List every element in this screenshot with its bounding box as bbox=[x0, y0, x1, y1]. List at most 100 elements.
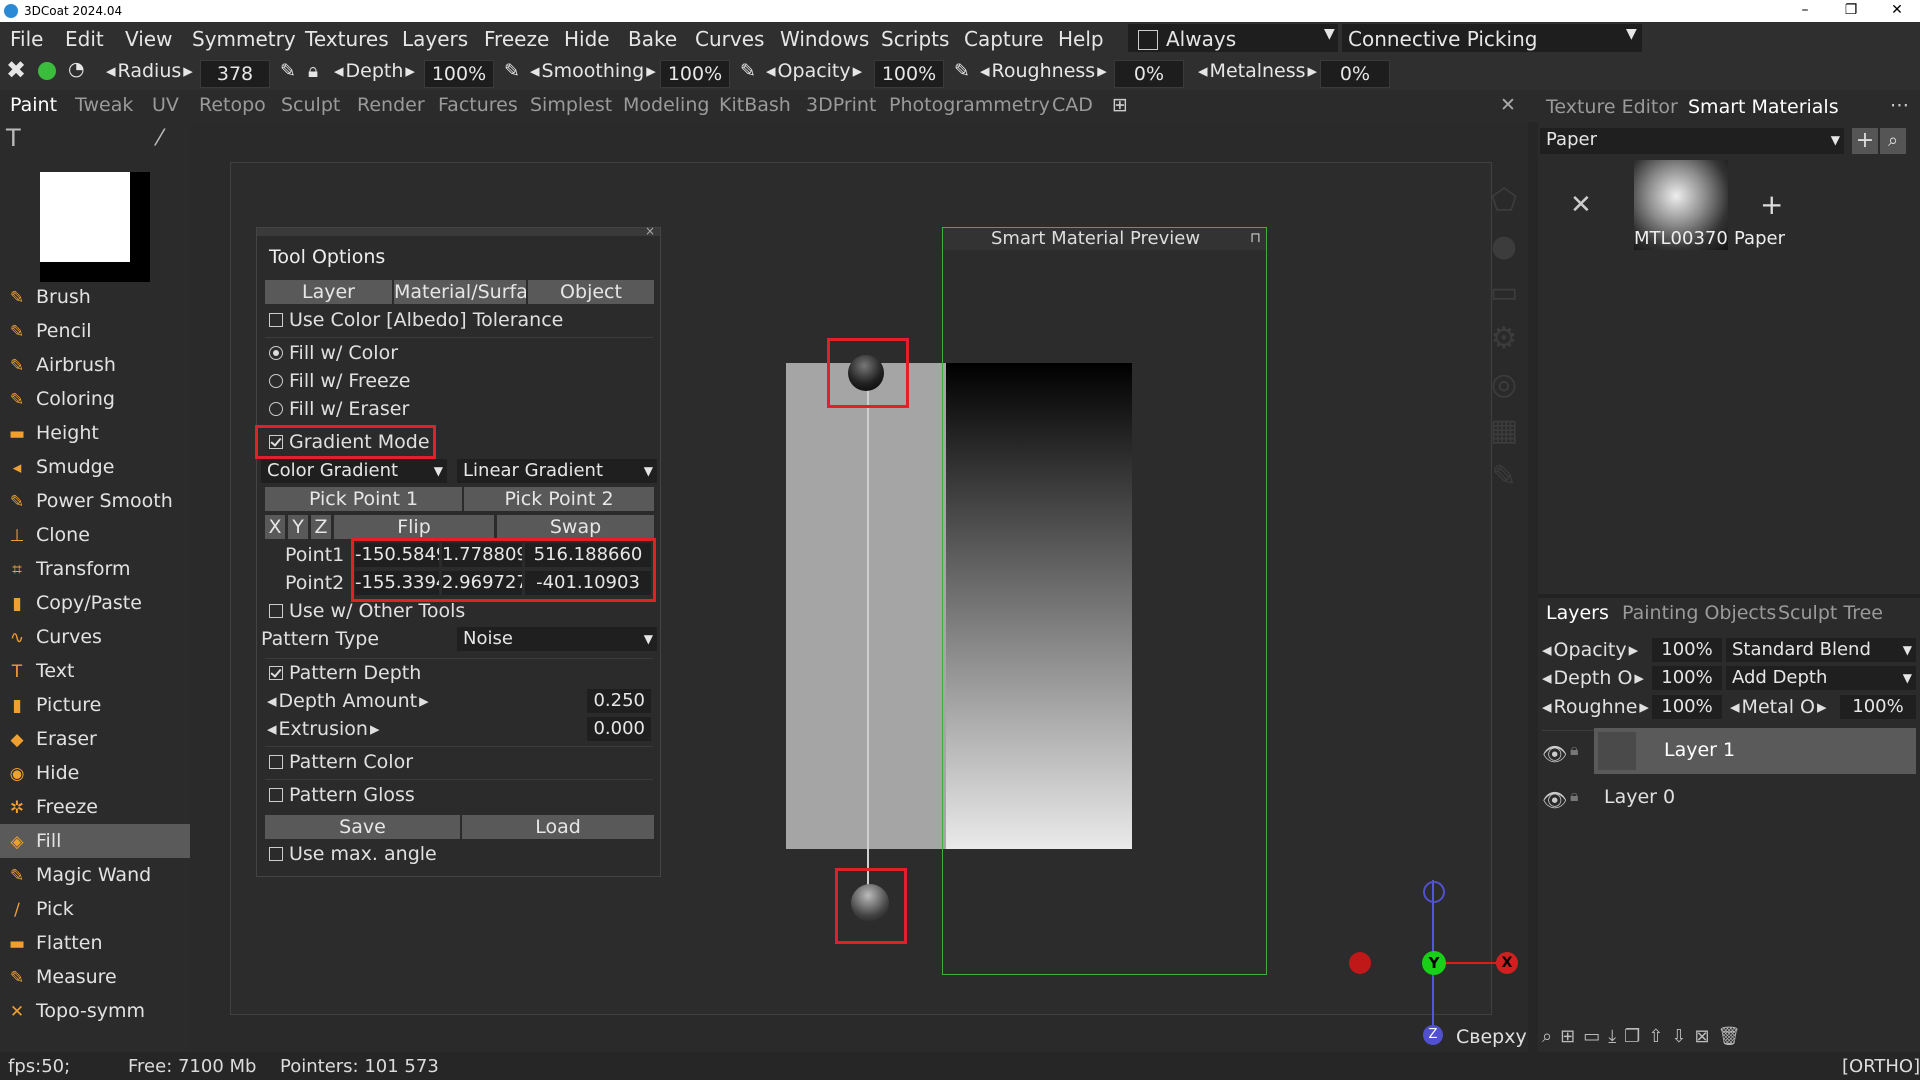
axis-x-button[interactable]: X bbox=[265, 515, 285, 539]
radius-label[interactable]: Radius bbox=[106, 60, 193, 82]
tool-airbrush[interactable]: ✎ Airbrush bbox=[0, 348, 190, 382]
fill-freeze-radio[interactable] bbox=[269, 374, 283, 388]
use-color-tolerance-option[interactable]: Use Color [Albedo] Tolerance bbox=[269, 309, 563, 331]
depth-label[interactable]: Depth bbox=[334, 60, 415, 82]
menu-curves[interactable]: Curves bbox=[695, 27, 764, 51]
menu-file[interactable]: File bbox=[10, 27, 43, 51]
tab-object[interactable]: Object bbox=[528, 280, 654, 304]
merge-icon[interactable]: ⊠ bbox=[1695, 1026, 1718, 1047]
maximize-button[interactable]: ❐ bbox=[1828, 0, 1874, 22]
depth-mode-dropdown[interactable]: Add Depth ▼ bbox=[1726, 666, 1916, 690]
extrusion-field[interactable]: 0.000 bbox=[587, 717, 651, 741]
tool-freeze[interactable]: ✲ Freeze bbox=[0, 790, 190, 824]
roughness-label[interactable]: Roughness bbox=[980, 60, 1107, 82]
frame-icon[interactable]: ▭ bbox=[1486, 270, 1522, 316]
layer-roughness-label[interactable]: Roughne bbox=[1542, 696, 1649, 718]
tab-modeling[interactable]: Modeling bbox=[623, 94, 709, 116]
tool-curves[interactable]: ∿ Curves bbox=[0, 620, 190, 654]
close-panel-icon[interactable]: × bbox=[645, 224, 655, 238]
always-toggle[interactable]: Always bbox=[1128, 24, 1338, 52]
layer-depth-value[interactable]: 100% bbox=[1652, 666, 1722, 690]
fill-color-option[interactable]: Fill w/ Color bbox=[269, 342, 398, 364]
use-color-tolerance-checkbox[interactable] bbox=[269, 313, 283, 327]
tab-factures[interactable]: Factures bbox=[438, 94, 518, 116]
smoothing-pen-icon[interactable]: ✎ bbox=[504, 60, 520, 82]
axis-neg-z-handle[interactable] bbox=[1423, 881, 1445, 903]
save-button[interactable]: Save bbox=[265, 815, 460, 839]
tab-render[interactable]: Render bbox=[357, 94, 425, 116]
tab-sculpt[interactable]: Sculpt bbox=[281, 94, 340, 116]
depth-amount-label[interactable]: Depth Amount bbox=[267, 690, 429, 712]
pattern-gloss-checkbox[interactable] bbox=[269, 788, 283, 802]
tool-text[interactable]: T Text bbox=[0, 654, 190, 688]
tab-cad[interactable]: CAD bbox=[1052, 94, 1093, 116]
gear-icon[interactable]: ⚙ bbox=[1486, 316, 1522, 362]
tab-layer[interactable]: Layer bbox=[265, 280, 392, 304]
close-tool-icon[interactable]: ✖ bbox=[6, 56, 26, 84]
color-swatch-primary[interactable] bbox=[40, 172, 130, 262]
menu-capture[interactable]: Capture bbox=[964, 27, 1044, 51]
pattern-depth-option[interactable]: Pattern Depth bbox=[269, 662, 421, 684]
fill-eraser-option[interactable]: Fill w/ Eraser bbox=[269, 398, 409, 420]
menu-help[interactable]: Help bbox=[1058, 27, 1104, 51]
radius-value[interactable]: 378 bbox=[200, 60, 270, 88]
brush-shape-icon[interactable]: ◔ bbox=[68, 58, 85, 80]
lock-icon[interactable]: 🔒︎ bbox=[308, 60, 318, 82]
opacity-label[interactable]: Opacity bbox=[766, 60, 862, 82]
tool-power-smooth[interactable]: ✎ Power Smooth bbox=[0, 484, 190, 518]
tool-height[interactable]: ▬ Height bbox=[0, 416, 190, 450]
tool-smudge[interactable]: ◂ Smudge bbox=[0, 450, 190, 484]
pattern-type-dropdown[interactable]: Noise ▼ bbox=[457, 627, 657, 651]
tool-flatten[interactable]: ▬ Flatten bbox=[0, 926, 190, 960]
tab-material-surface[interactable]: Material/Surfa bbox=[394, 280, 526, 304]
tab-simplest[interactable]: Simplest bbox=[530, 94, 612, 116]
lock-icon[interactable]: 🔒︎ bbox=[1570, 740, 1579, 760]
layer-opacity-label[interactable]: Opacity bbox=[1542, 639, 1638, 661]
tool-picture[interactable]: ▮ Picture bbox=[0, 688, 190, 722]
axis-x-handle[interactable]: X bbox=[1496, 952, 1518, 974]
pattern-color-option[interactable]: Pattern Color bbox=[269, 751, 413, 773]
metalness-value[interactable]: 0% bbox=[1320, 60, 1390, 88]
tool-hide[interactable]: ◉ Hide bbox=[0, 756, 190, 790]
use-max-angle-checkbox[interactable] bbox=[269, 847, 283, 861]
pen-pressure-icon[interactable]: ✎ bbox=[280, 60, 296, 82]
menu-view[interactable]: View bbox=[125, 27, 172, 51]
roughness-value[interactable]: 0% bbox=[1114, 60, 1184, 88]
depth-value[interactable]: 100% bbox=[424, 60, 494, 88]
menu-layers[interactable]: Layers bbox=[402, 27, 468, 51]
axis-neg-x-handle[interactable] bbox=[1349, 952, 1371, 974]
visibility-eye-icon[interactable]: 👁︎ bbox=[1542, 788, 1567, 812]
smoothing-value[interactable]: 100% bbox=[660, 60, 730, 88]
pick-point-1-button[interactable]: Pick Point 1 bbox=[265, 487, 462, 511]
menu-symmetry[interactable]: Symmetry bbox=[192, 27, 296, 51]
metalness-label[interactable]: Metalness bbox=[1198, 60, 1317, 82]
layer-opacity-value[interactable]: 100% bbox=[1652, 638, 1722, 662]
tool-topo-symm[interactable]: ✕ Topo-symm bbox=[0, 994, 190, 1028]
swap-button[interactable]: Swap bbox=[497, 515, 654, 539]
add-room-icon[interactable]: ⊞ bbox=[1112, 94, 1128, 116]
menu-windows[interactable]: Windows bbox=[780, 27, 869, 51]
tool-copy-paste[interactable]: ▮ Copy/Paste bbox=[0, 586, 190, 620]
tool-fill[interactable]: ◈ Fill bbox=[0, 824, 190, 858]
search-icon[interactable]: ⌕ bbox=[1542, 1026, 1560, 1047]
remove-material-icon[interactable]: ✕ bbox=[1570, 190, 1592, 220]
pattern-color-checkbox[interactable] bbox=[269, 755, 283, 769]
tool-eraser[interactable]: ◆ Eraser bbox=[0, 722, 190, 756]
tool-coloring[interactable]: ✎ Coloring bbox=[0, 382, 190, 416]
tab-texture-editor[interactable]: Texture Editor bbox=[1546, 96, 1678, 118]
tab-smart-materials[interactable]: Smart Materials bbox=[1688, 96, 1839, 118]
tool-pencil[interactable]: ✎ Pencil bbox=[0, 314, 190, 348]
always-checkbox[interactable] bbox=[1138, 30, 1158, 50]
axis-y-handle[interactable]: Y bbox=[1422, 951, 1446, 975]
load-button[interactable]: Load bbox=[462, 815, 654, 839]
picking-dropdown-arrow-icon[interactable]: ▼ bbox=[1626, 26, 1637, 42]
tool-measure[interactable]: ✎ Measure bbox=[0, 960, 190, 994]
tab-paint[interactable]: Paint bbox=[10, 94, 57, 116]
add-smart-material-icon[interactable]: + bbox=[1760, 188, 1783, 221]
sphere-icon[interactable]: ● bbox=[1486, 224, 1522, 270]
search-icon[interactable]: ⌕ bbox=[1880, 128, 1906, 154]
roughness-pen-icon[interactable]: ✎ bbox=[954, 60, 970, 82]
tab-sculpt-tree[interactable]: Sculpt Tree bbox=[1778, 602, 1883, 624]
checker-icon[interactable]: ▦ bbox=[1486, 408, 1522, 454]
use-other-tools-option[interactable]: Use w/ Other Tools bbox=[269, 600, 465, 622]
